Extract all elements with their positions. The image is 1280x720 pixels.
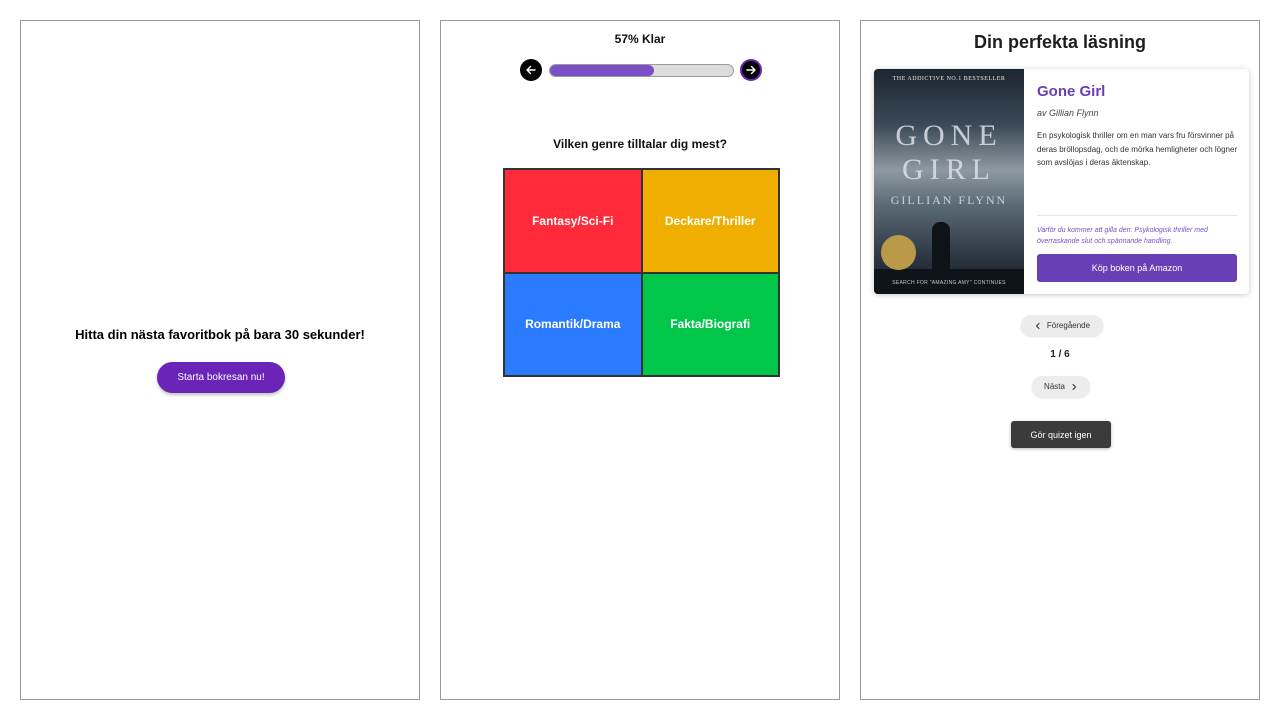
- genre-option-nonfiction-biography[interactable]: Fakta/Biografi: [641, 272, 779, 376]
- card-divider: [1037, 215, 1237, 216]
- genre-option-romance-drama[interactable]: Romantik/Drama: [504, 272, 642, 376]
- buy-on-amazon-button[interactable]: Köp boken på Amazon: [1037, 254, 1237, 282]
- book-description: En psykologisk thriller om en man vars f…: [1037, 131, 1238, 167]
- progress-bar: [549, 64, 734, 77]
- genre-option-fantasy-scifi[interactable]: Fantasy/Sci-Fi: [504, 169, 642, 273]
- genre-option-crime-thriller[interactable]: Deckare/Thriller: [641, 169, 779, 273]
- cover-figure-silhouette: [932, 222, 950, 274]
- start-quiz-button[interactable]: Starta bokresan nu!: [157, 362, 285, 393]
- chevron-right-icon: [1072, 383, 1077, 390]
- previous-question-button[interactable]: [520, 59, 542, 81]
- genre-options-grid: Fantasy/Sci-Fi Deckare/Thriller Romantik…: [503, 168, 780, 377]
- book-author: av Gillian Flynn: [1037, 108, 1099, 118]
- quiz-screen-panel: 57% Klar Vilken genre tilltalar dig mest…: [440, 20, 840, 700]
- progress-bar-fill: [550, 65, 655, 76]
- book-recommendation-card: THE ADDICTIVE NO.1 BESTSELLER GONE GIRL …: [874, 69, 1249, 294]
- result-screen-panel: Din perfekta läsning THE ADDICTIVE NO.1 …: [860, 20, 1260, 700]
- previous-book-button[interactable]: Föregående: [1021, 315, 1103, 336]
- recommendation-reason: Varför du kommer att gilla den: Psykolog…: [1037, 227, 1208, 245]
- retake-quiz-button[interactable]: Gör quizet igen: [1011, 421, 1111, 448]
- arrow-left-icon: [526, 65, 536, 75]
- book-title: Gone Girl: [1037, 83, 1106, 100]
- next-book-label: Nästa: [1044, 382, 1065, 391]
- cover-title: GONE GIRL: [895, 119, 1003, 186]
- page-indicator: 1 / 6: [1050, 349, 1070, 360]
- cover-footer: SEARCH FOR "AMAZING AMY" CONTINUES: [892, 280, 1006, 286]
- next-book-button[interactable]: Nästa: [1032, 376, 1090, 397]
- cover-award-seal: [881, 235, 916, 270]
- start-screen-panel: Hitta din nästa favoritbok på bara 30 se…: [20, 20, 420, 700]
- chevron-left-icon: [1035, 322, 1040, 329]
- previous-book-label: Föregående: [1046, 321, 1091, 330]
- cover-tagline: THE ADDICTIVE NO.1 BESTSELLER: [892, 76, 1006, 82]
- cover-author: GILLIAN FLYNN: [890, 193, 1008, 207]
- start-headline: Hitta din nästa favoritbok på bara 30 se…: [75, 327, 365, 342]
- quiz-question: Vilken genre tilltalar dig mest?: [553, 137, 727, 151]
- progress-label: 57% Klar: [614, 32, 666, 46]
- result-title: Din perfekta läsning: [973, 32, 1147, 52]
- next-question-button[interactable]: [740, 59, 762, 81]
- book-cover-image: THE ADDICTIVE NO.1 BESTSELLER GONE GIRL …: [874, 69, 1024, 294]
- arrow-right-icon: [746, 65, 756, 75]
